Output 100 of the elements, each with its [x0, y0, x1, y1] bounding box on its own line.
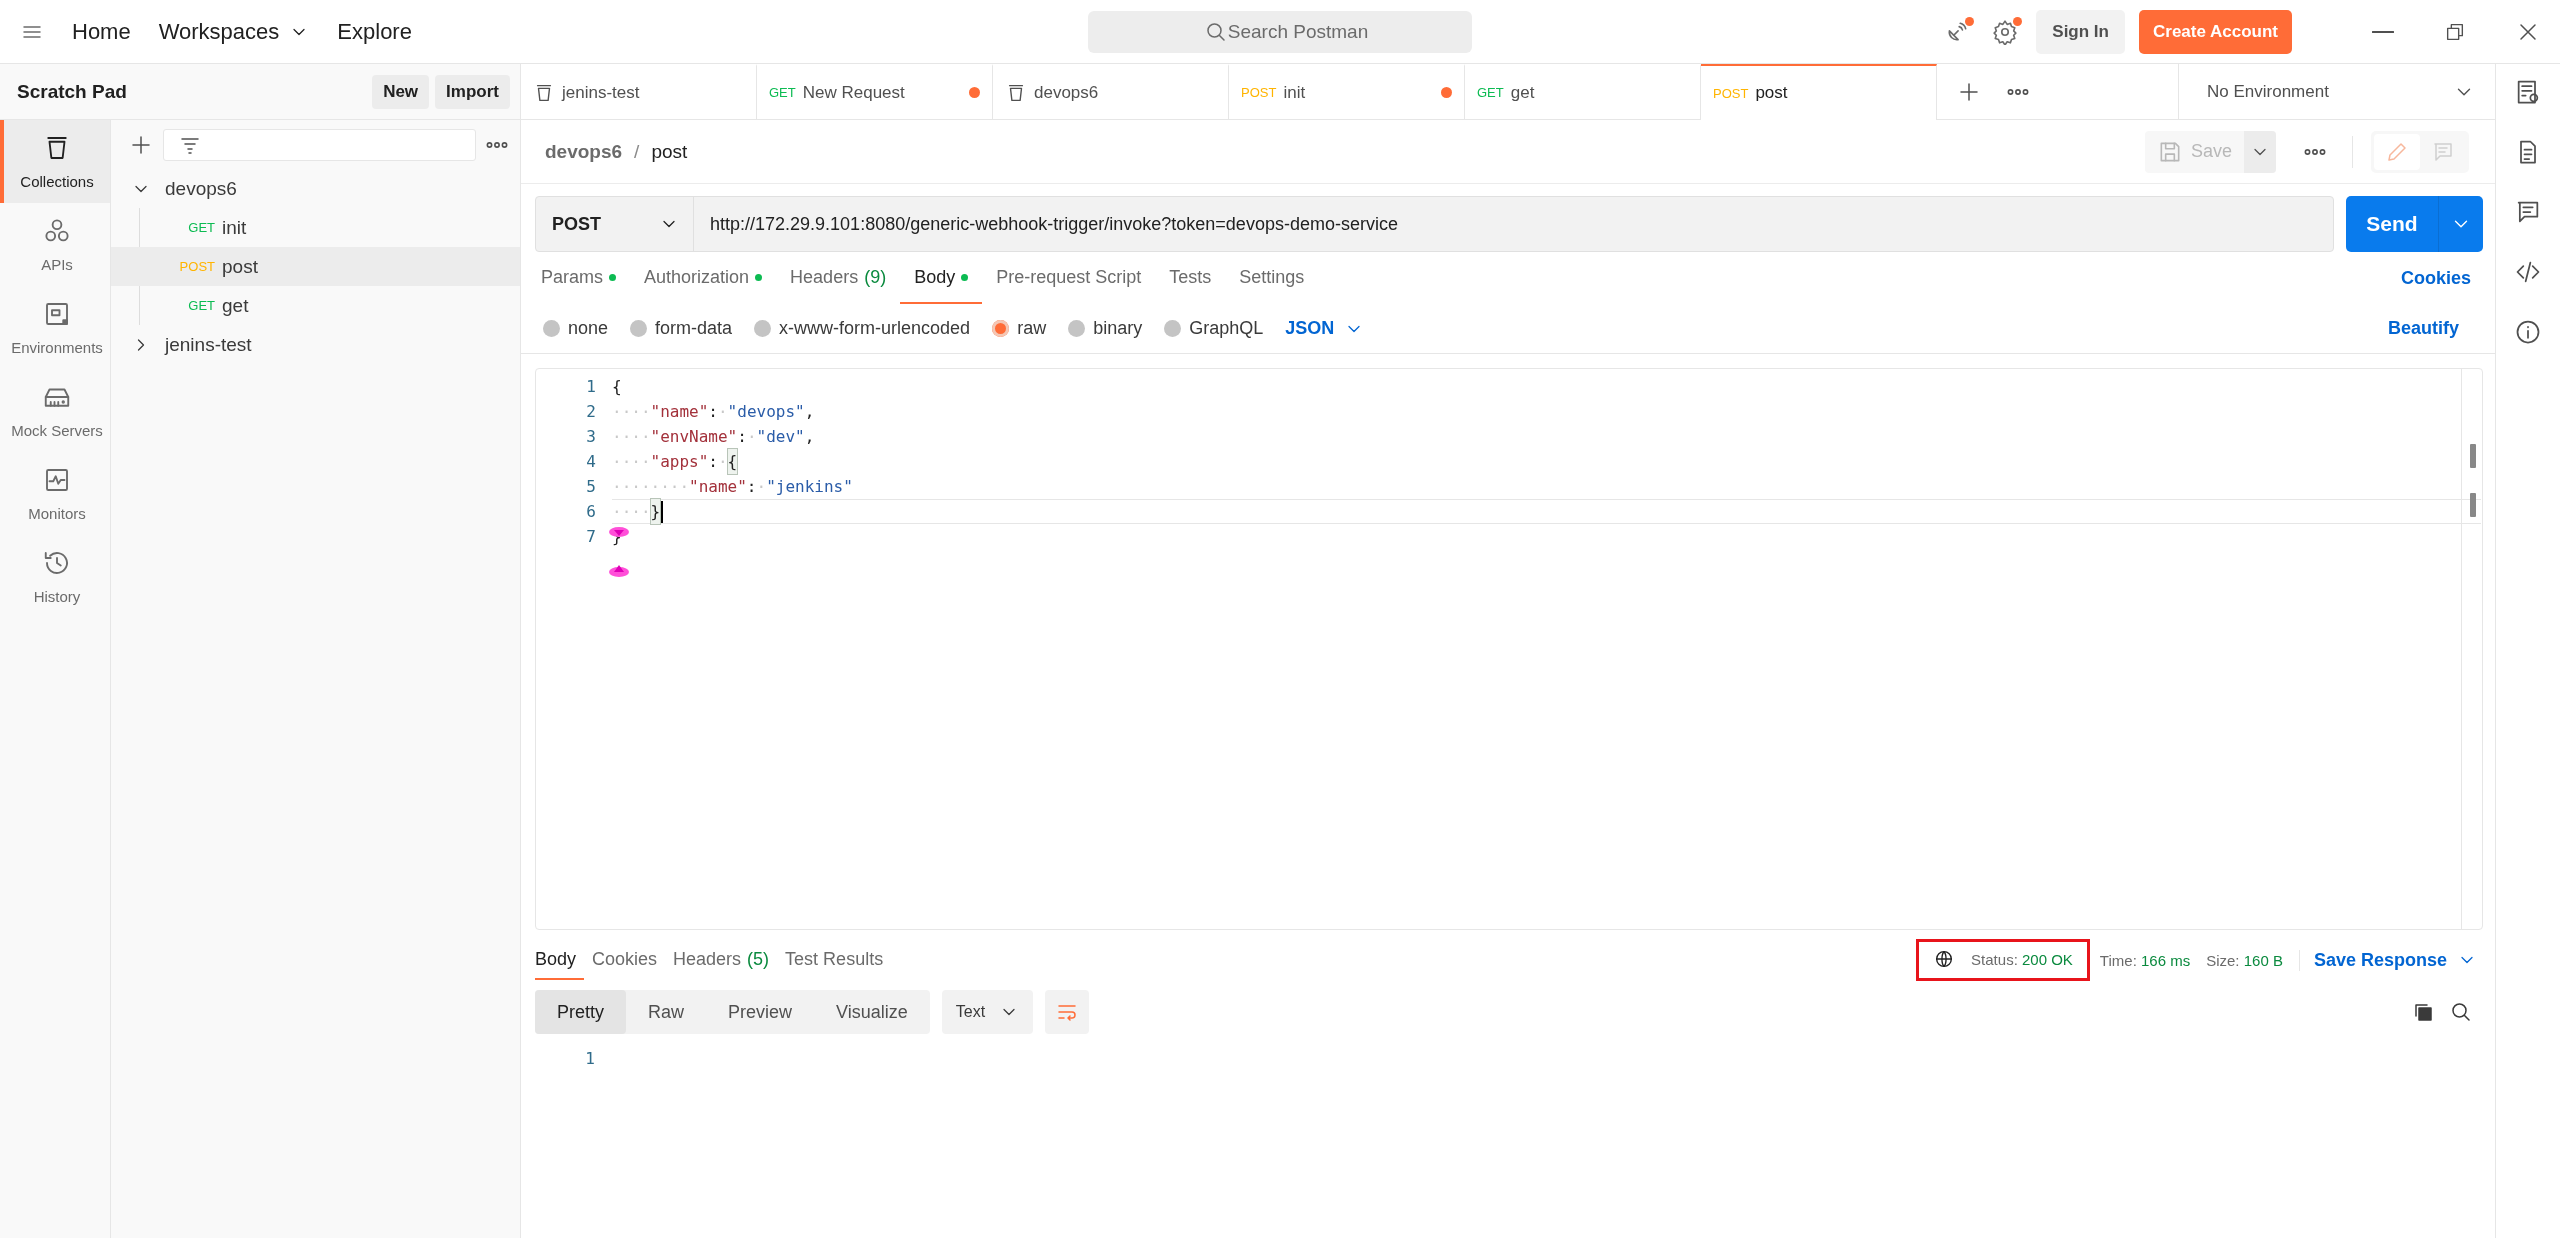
request-section-tab[interactable]: Headers (9): [776, 252, 901, 304]
response-tab[interactable]: Body: [535, 940, 585, 980]
search-field[interactable]: Search Postman: [1088, 10, 1472, 53]
method-label: GET: [769, 85, 796, 100]
count-label: (5): [747, 948, 770, 970]
count-label: (9): [864, 266, 887, 288]
search-icon: [2449, 1000, 2473, 1024]
whitespace-marker: ········: [612, 476, 690, 498]
view-tab[interactable]: Pretty: [535, 990, 626, 1034]
response-tab[interactable]: Test Results: [777, 940, 892, 980]
code-token: {: [727, 449, 738, 474]
whitespace-marker: ····: [612, 501, 651, 523]
response-tab[interactable]: Headers (5): [665, 940, 778, 980]
radio-button[interactable]: [1068, 320, 1086, 337]
line-number: 1: [585, 376, 596, 398]
radio-button[interactable]: [992, 320, 1010, 337]
sidebar-nav-item[interactable]: Mock Servers: [0, 369, 110, 452]
code-token: ,: [804, 426, 815, 448]
request-tab[interactable]: jenins-test: [521, 64, 757, 119]
line-number: 4: [585, 451, 596, 473]
sidebar-nav-item[interactable]: Monitors: [0, 452, 110, 535]
sidebar-nav-item[interactable]: Collections: [0, 120, 110, 203]
request-section-tab[interactable]: Pre-request Script: [982, 252, 1156, 304]
plus-icon: [129, 133, 153, 157]
radio-button[interactable]: [630, 320, 648, 337]
radio-button[interactable]: [754, 320, 772, 337]
beautify-link[interactable]: Beautify: [2388, 318, 2459, 339]
more-button[interactable]: [2304, 148, 2326, 155]
more-icon: [2304, 148, 2326, 155]
code-token: "apps": [650, 451, 709, 473]
method-label: POST: [178, 259, 215, 274]
nav-link[interactable]: Explore: [337, 18, 412, 45]
scrollbar-thumb[interactable]: [2470, 493, 2476, 517]
collection-item[interactable]: devops6: [111, 169, 520, 208]
nav-link[interactable]: Workspaces: [158, 18, 310, 45]
filter-field[interactable]: [163, 129, 476, 161]
sign-in-button[interactable]: Sign In: [2036, 9, 2125, 54]
scrollbar-thumb[interactable]: [2470, 444, 2476, 468]
minimize-icon: [2372, 30, 2394, 33]
breadcrumb-item: post: [651, 140, 688, 163]
radio-button[interactable]: [543, 320, 560, 337]
request-name: init: [222, 216, 247, 239]
code-token: "jenkins": [766, 476, 853, 498]
request-section-tab[interactable]: Tests: [1155, 252, 1226, 304]
whitespace-marker: ····: [612, 401, 651, 423]
body-type-option[interactable]: binary: [1068, 318, 1143, 339]
sidebar-nav-item[interactable]: Environments: [0, 286, 110, 369]
cookies-link[interactable]: Cookies: [2400, 267, 2471, 289]
search-button[interactable]: [2449, 1000, 2473, 1024]
request-section-tab[interactable]: Params: [535, 252, 630, 304]
nav-link[interactable]: Home: [72, 18, 131, 45]
method-label: GET: [187, 298, 215, 313]
request-section-tab[interactable]: Settings: [1225, 252, 1319, 304]
sidebar-button[interactable]: New: [372, 74, 430, 109]
format-select[interactable]: Text: [941, 990, 1034, 1034]
code-token: "name": [689, 476, 747, 498]
body-type-option[interactable]: GraphQL: [1164, 318, 1264, 339]
status-text: Status: 200 OK: [1971, 950, 2073, 968]
request-item[interactable]: GET init: [111, 208, 520, 247]
request-tab[interactable]: GET New Request: [757, 64, 993, 119]
url-bar[interactable]: POST http://172.29.9.101:8080/generic-webhook-trigger/invoke?token=devops-demo-service: [535, 196, 2334, 252]
sidebar-nav-item[interactable]: APIs: [0, 203, 110, 286]
code-token: {: [612, 376, 622, 398]
environment-select[interactable]: No Environment: [2179, 64, 2495, 119]
request-tab[interactable]: devops6: [993, 64, 1229, 119]
request-tab[interactable]: POST post: [1701, 64, 1937, 120]
wrap-button[interactable]: [1045, 990, 1090, 1034]
view-tab[interactable]: Visualize: [814, 990, 930, 1034]
format-select[interactable]: JSON: [1285, 318, 1365, 339]
body-type-option[interactable]: none: [543, 318, 609, 339]
code-token: "dev": [756, 426, 805, 448]
request-item[interactable]: POST post: [111, 247, 520, 286]
sidebar-button[interactable]: Import: [435, 74, 510, 109]
breadcrumb-item[interactable]: devops6: [545, 140, 623, 163]
method-select[interactable]: POST: [536, 197, 694, 251]
add-button[interactable]: [129, 133, 153, 157]
radio-button[interactable]: [1164, 320, 1182, 337]
request-name: get: [222, 294, 249, 317]
request-tab[interactable]: POST init: [1229, 64, 1465, 119]
request-section-tab[interactable]: Authorization: [630, 252, 777, 304]
line-number: 2: [585, 401, 596, 423]
response-tab[interactable]: Cookies: [584, 940, 666, 980]
view-tab[interactable]: Preview: [706, 990, 815, 1034]
request-item[interactable]: GET get: [111, 286, 520, 325]
settings-icon: [1992, 18, 2019, 45]
minimize-button[interactable]: [2372, 30, 2394, 33]
workspace-title: Scratch Pad: [17, 80, 128, 103]
more-button[interactable]: [486, 142, 508, 148]
request-section-tab[interactable]: Body: [900, 252, 983, 304]
collection-item[interactable]: jenins-test: [111, 325, 520, 364]
info-button[interactable]: [2514, 318, 2542, 346]
more-button[interactable]: [2007, 88, 2029, 95]
body-type-option[interactable]: form-data: [630, 318, 733, 339]
body-type-option[interactable]: raw: [992, 318, 1047, 339]
url-field[interactable]: http://172.29.9.101:8080/generic-webhook-trigger/invoke?token=devops-demo-service: [694, 197, 2333, 251]
line-number: 6: [585, 501, 596, 523]
save-response-button[interactable]: Save Response: [2298, 949, 2477, 971]
option-label: binary: [1093, 318, 1143, 339]
view-tab[interactable]: Raw: [626, 990, 707, 1034]
sidebar-nav-item[interactable]: History: [0, 535, 110, 618]
